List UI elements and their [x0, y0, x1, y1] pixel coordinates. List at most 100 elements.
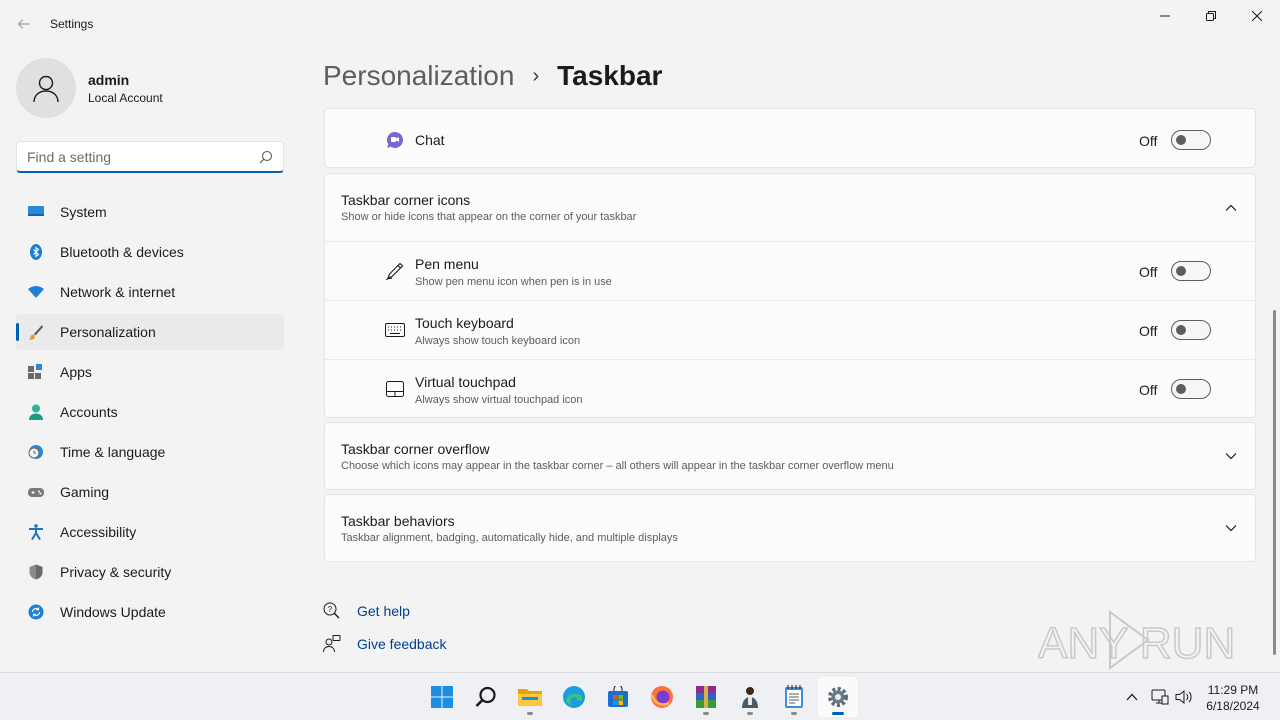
- taskbar-search-button[interactable]: [466, 677, 506, 717]
- svg-text:?: ?: [328, 605, 333, 614]
- chevron-down-icon[interactable]: [1221, 518, 1241, 538]
- chat-state-label: Off: [1139, 133, 1158, 149]
- virtual-touchpad-subtitle: Always show virtual touchpad icon: [415, 394, 583, 406]
- breadcrumb-separator: ›: [532, 64, 540, 87]
- taskbar-file-explorer[interactable]: [510, 677, 550, 717]
- person-icon: [28, 404, 44, 420]
- taskbar-notepad[interactable]: [774, 677, 814, 717]
- restore-button[interactable]: [1188, 0, 1234, 32]
- search-box[interactable]: [16, 141, 284, 173]
- corner-overflow-title: Taskbar corner overflow: [341, 441, 490, 457]
- clock[interactable]: 11:29 PM 6/18/2024: [1196, 682, 1270, 714]
- taskbar-settings[interactable]: [818, 677, 858, 717]
- notepad-icon: [785, 685, 803, 708]
- sidebar-nav: System Bluetooth & devices Network & int…: [16, 194, 284, 634]
- behaviors-card[interactable]: Taskbar behaviors Taskbar alignment, bad…: [324, 494, 1256, 562]
- sidebar-item-label: Apps: [60, 364, 92, 380]
- show-hidden-icons-button[interactable]: [1122, 673, 1142, 720]
- store-icon: [608, 686, 628, 707]
- back-button[interactable]: [10, 10, 38, 38]
- behaviors-subtitle: Taskbar alignment, badging, automaticall…: [341, 532, 678, 544]
- anyrun-watermark: ANY RUN: [1037, 608, 1238, 672]
- virtual-touchpad-state-label: Off: [1139, 382, 1158, 398]
- corner-icons-header[interactable]: Taskbar corner icons Show or hide icons …: [325, 174, 1255, 241]
- corner-overflow-card[interactable]: Taskbar corner overflow Choose which ico…: [324, 422, 1256, 490]
- gamepad-icon: [28, 484, 44, 500]
- file-explorer-icon: [518, 689, 542, 706]
- chevron-up-icon[interactable]: [1221, 198, 1241, 218]
- close-button[interactable]: [1234, 0, 1280, 32]
- taskbar-store[interactable]: [598, 677, 638, 717]
- sidebar-item-personalization[interactable]: Personalization: [16, 314, 284, 350]
- sidebar-item-bluetooth[interactable]: Bluetooth & devices: [16, 234, 284, 270]
- breadcrumb: Personalization › Taskbar: [323, 58, 662, 94]
- feedback-icon: [323, 634, 341, 653]
- pen-menu-row: Pen menu Show pen menu icon when pen is …: [325, 241, 1255, 300]
- sidebar-item-accessibility[interactable]: Accessibility: [16, 514, 284, 550]
- sidebar-item-gaming[interactable]: Gaming: [16, 474, 284, 510]
- bluetooth-icon: [28, 244, 44, 260]
- running-indicator: [703, 712, 709, 715]
- give-feedback-row[interactable]: Give feedback: [323, 627, 447, 660]
- taskbar: 11:29 PM 6/18/2024: [0, 672, 1280, 720]
- toggle-knob: [1176, 325, 1186, 335]
- user-app-icon: [742, 687, 758, 708]
- touch-keyboard-row: Touch keyboard Always show touch keyboar…: [325, 300, 1255, 359]
- sidebar-item-label: Privacy & security: [60, 564, 172, 580]
- give-feedback-link[interactable]: Give feedback: [357, 636, 447, 652]
- help-icon: ?: [323, 602, 341, 620]
- chevron-down-icon[interactable]: [1221, 446, 1241, 466]
- sidebar-item-network[interactable]: Network & internet: [16, 274, 284, 310]
- scrollbar[interactable]: [1273, 310, 1276, 655]
- update-icon: [28, 604, 44, 620]
- touch-keyboard-toggle[interactable]: [1171, 320, 1211, 340]
- sidebar-item-windows-update[interactable]: Windows Update: [16, 594, 284, 630]
- wifi-icon: [28, 284, 44, 300]
- virtual-touchpad-toggle[interactable]: [1171, 379, 1211, 399]
- sidebar-item-time-language[interactable]: Time & language: [16, 434, 284, 470]
- get-help-row[interactable]: ? Get help: [323, 594, 447, 627]
- search-icon[interactable]: [259, 150, 273, 164]
- sidebar-item-accounts[interactable]: Accounts: [16, 394, 284, 430]
- sidebar-item-label: Time & language: [60, 444, 166, 460]
- taskbar-user-app[interactable]: [730, 677, 770, 717]
- taskbar-firefox[interactable]: [642, 677, 682, 717]
- avatar: [16, 58, 76, 118]
- page-title: Taskbar: [557, 60, 663, 91]
- start-icon: [431, 686, 453, 708]
- volume-control[interactable]: [1174, 673, 1194, 720]
- sidebar-item-label: Accessibility: [60, 524, 137, 540]
- taskbar-winrar[interactable]: [686, 677, 726, 717]
- breadcrumb-parent[interactable]: Personalization: [323, 60, 514, 92]
- sidebar-item-apps[interactable]: Apps: [16, 354, 284, 390]
- corner-icons-title: Taskbar corner icons: [341, 192, 471, 208]
- toggle-knob: [1176, 384, 1186, 394]
- chat-icon: [385, 130, 405, 150]
- help-links: ? Get help Give feedback: [323, 594, 447, 660]
- toggle-knob: [1176, 266, 1186, 276]
- network-status[interactable]: [1150, 673, 1170, 720]
- minimize-button[interactable]: [1142, 0, 1188, 32]
- sidebar-item-label: Bluetooth & devices: [60, 244, 184, 260]
- start-button[interactable]: [422, 677, 462, 717]
- chat-toggle[interactable]: [1171, 130, 1211, 150]
- title-bar: Settings: [0, 0, 1280, 48]
- behaviors-title: Taskbar behaviors: [341, 513, 455, 529]
- sidebar-item-privacy[interactable]: Privacy & security: [16, 554, 284, 590]
- pen-menu-state-label: Off: [1139, 264, 1158, 280]
- user-account[interactable]: admin Local Account: [16, 58, 286, 118]
- watermark-logo: ANY RUN: [1038, 619, 1235, 668]
- speaker-icon: [1175, 689, 1192, 705]
- pen-icon: [385, 261, 405, 281]
- accessibility-icon: [28, 524, 44, 540]
- sidebar-item-label: System: [60, 204, 107, 220]
- clock-date: 6/18/2024: [1206, 699, 1260, 713]
- get-help-link[interactable]: Get help: [357, 603, 410, 619]
- app-title: Settings: [50, 17, 94, 31]
- sidebar-item-system[interactable]: System: [16, 194, 284, 230]
- search-input[interactable]: [27, 148, 247, 166]
- taskbar-edge[interactable]: [554, 677, 594, 717]
- brush-icon: [28, 324, 44, 340]
- sidebar-item-label: Windows Update: [60, 604, 166, 620]
- pen-menu-toggle[interactable]: [1171, 261, 1211, 281]
